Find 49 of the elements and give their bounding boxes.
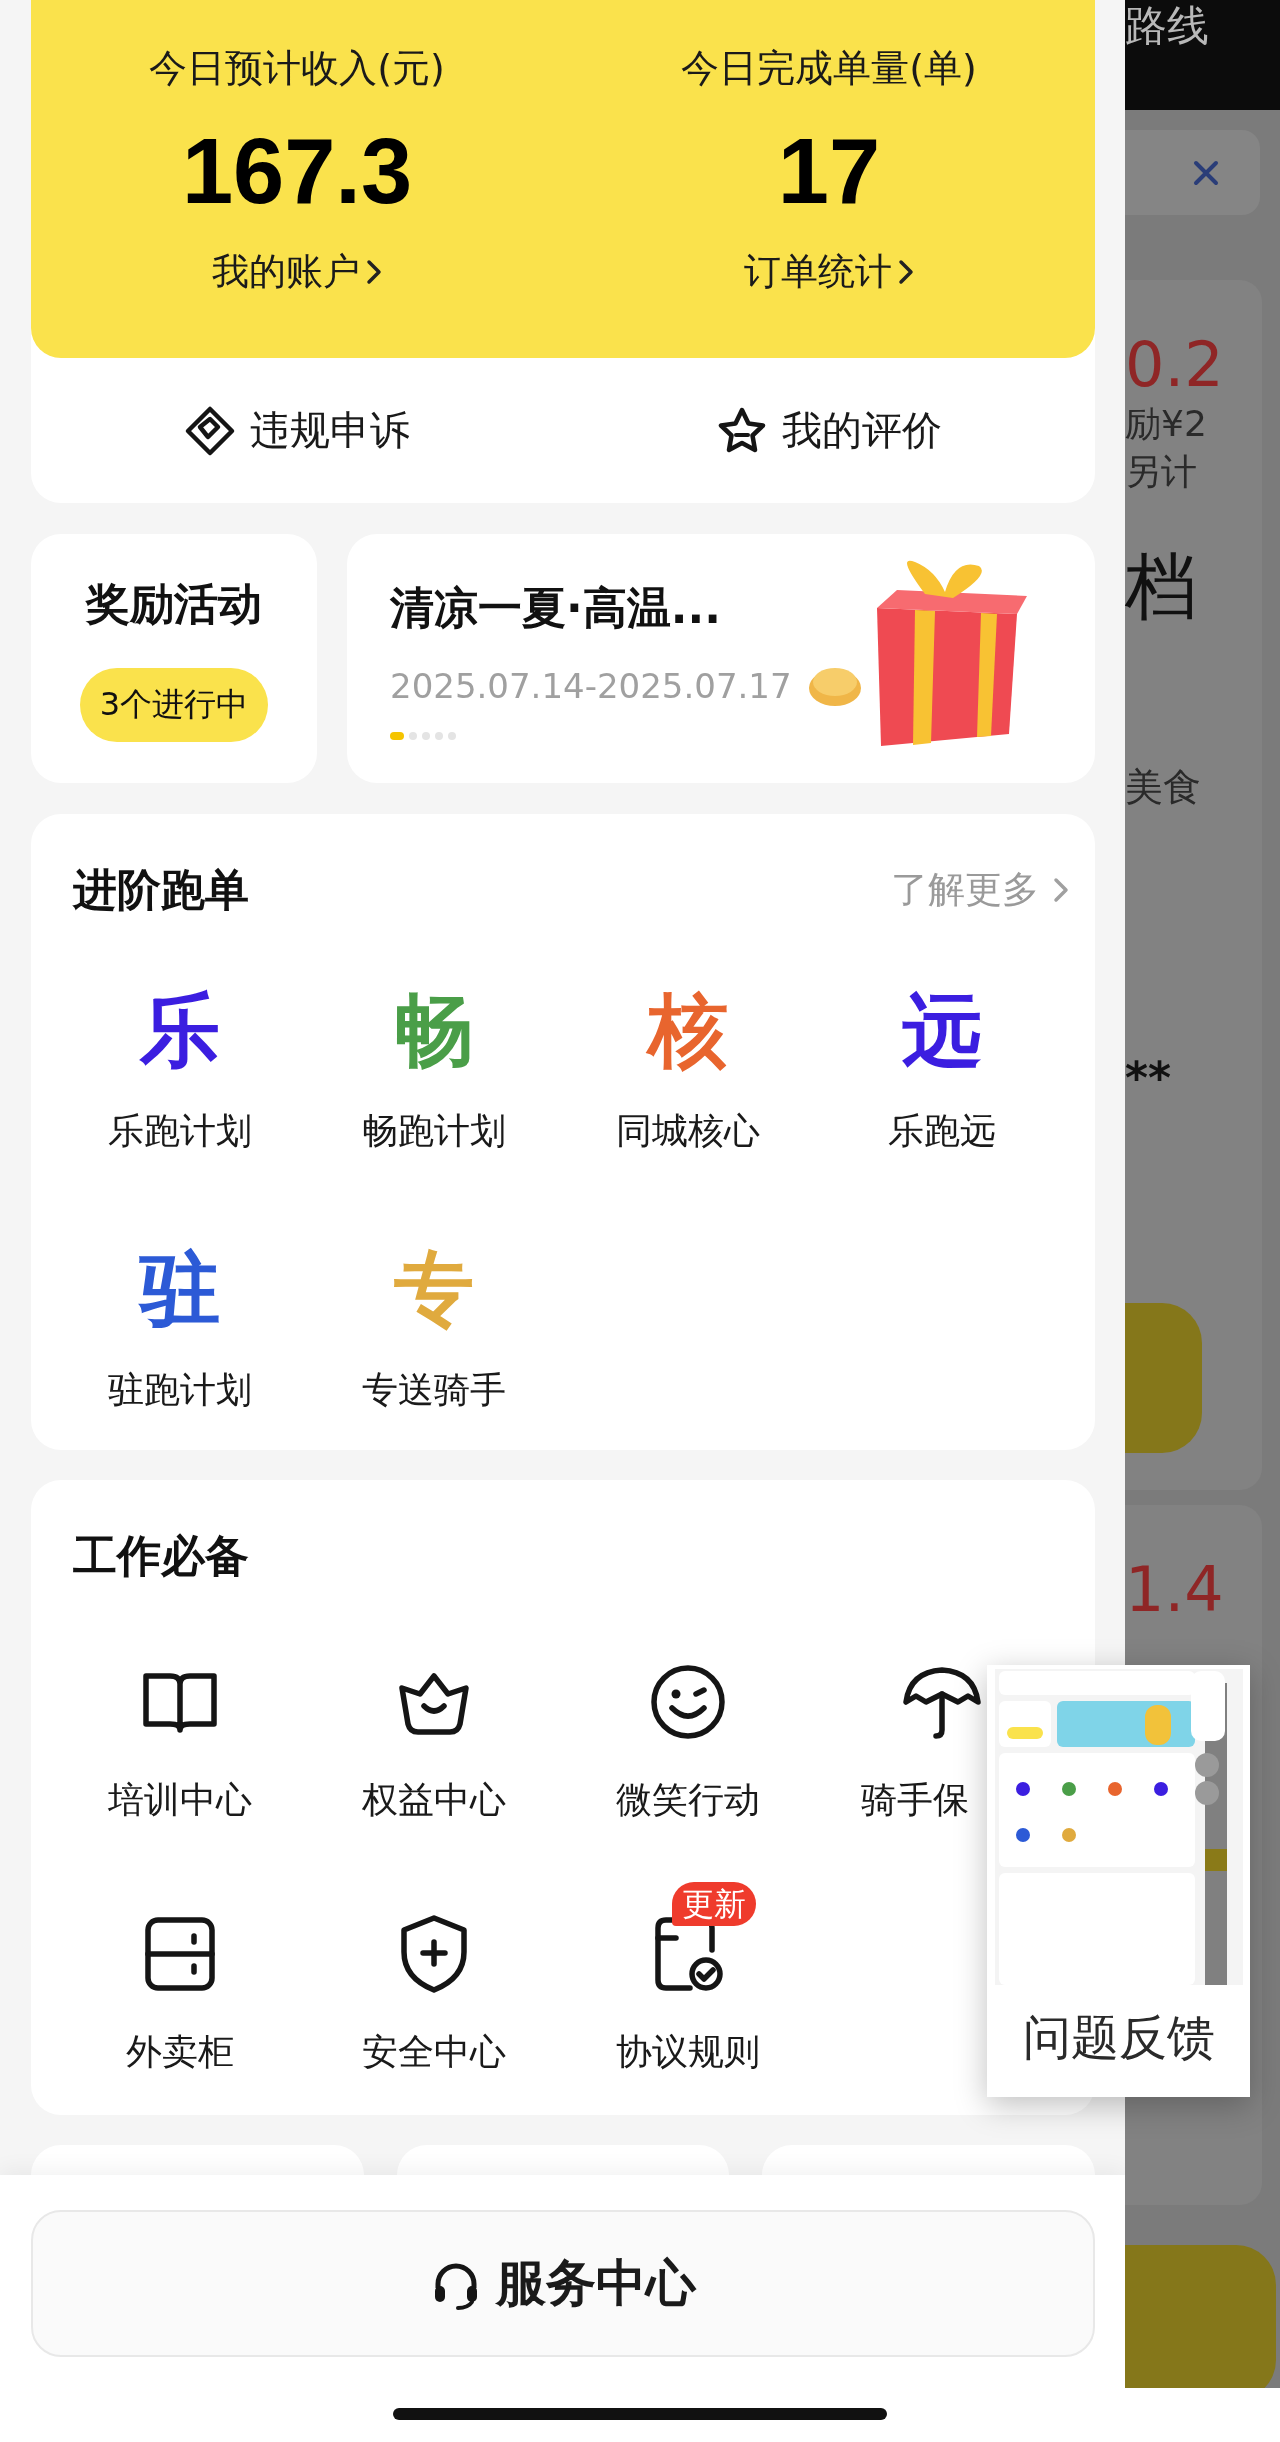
- action-button[interactable]: 违规申诉: [31, 358, 563, 503]
- character-icon: 核: [648, 986, 728, 1076]
- chevron-right-icon: [898, 259, 914, 285]
- order-note: 另计: [1125, 450, 1198, 494]
- tool-button[interactable]: 骑手保: [861, 1656, 984, 1824]
- plan-button[interactable]: 乐 乐跑计划: [53, 986, 307, 1155]
- character-icon: 驻: [140, 1245, 220, 1335]
- plan-button[interactable]: 远 乐跑远: [815, 986, 1069, 1155]
- tool-button[interactable]: 安全中心: [307, 1908, 561, 2076]
- tool-button[interactable]: 更新 协议规则: [561, 1874, 815, 2076]
- close-icon: [1192, 158, 1220, 187]
- banner-dates: 2025.07.14-2025.07.17: [390, 665, 792, 708]
- plan-button[interactable]: 驻 驻跑计划: [53, 1245, 307, 1414]
- plan-button[interactable]: 专 专送骑手: [307, 1245, 561, 1414]
- order-tag: 美食: [1125, 761, 1262, 813]
- tool-button[interactable]: 权益中心: [307, 1656, 561, 1824]
- order-amount: 1.4: [1125, 1555, 1225, 1625]
- rewards-card[interactable]: 奖励活动 3个进行中: [31, 534, 317, 783]
- stat-link[interactable]: 我的账户: [212, 246, 382, 298]
- page-title: 路线: [1125, 1, 1209, 50]
- action-button[interactable]: 我的评价: [563, 358, 1095, 503]
- character-icon: 专: [394, 1245, 474, 1335]
- plan-button[interactable]: 核 同城核心: [561, 986, 815, 1155]
- stat-value: 167.3: [181, 119, 413, 224]
- tool-button[interactable]: 培训中心: [53, 1656, 307, 1824]
- section-title: 工作必备: [73, 1529, 249, 1583]
- chevron-right-icon: [366, 259, 382, 285]
- chevron-right-icon: [1053, 877, 1069, 903]
- stat-value: 17: [777, 119, 881, 224]
- order-amount: 0.2: [1125, 330, 1225, 400]
- banner-title: 清凉一夏·高温...: [390, 581, 722, 635]
- update-badge: 更新: [672, 1882, 756, 1926]
- character-icon: 乐: [140, 986, 220, 1076]
- plan-button[interactable]: 畅 畅跑计划: [307, 986, 561, 1155]
- stat-label: 今日预计收入(元): [149, 45, 445, 92]
- diamond-arrow-icon: [184, 404, 236, 457]
- tool-button[interactable]: 外卖柜: [53, 1908, 307, 2076]
- service-center-button[interactable]: 服务中心: [31, 2210, 1095, 2357]
- character-icon: 远: [902, 986, 982, 1076]
- character-icon: 畅: [394, 986, 474, 1076]
- stat-link[interactable]: 订单统计: [744, 246, 914, 298]
- masked-text: **: [1125, 1053, 1173, 1103]
- section-title: 进阶跑单: [73, 863, 249, 917]
- tool-button[interactable]: 微笑行动: [561, 1656, 815, 1824]
- stat-label: 今日完成单量(单): [681, 45, 977, 92]
- promo-banner[interactable]: 清凉一夏·高温... 2025.07.14-2025.07.17: [347, 534, 1095, 783]
- status-badge: 3个进行中: [79, 668, 269, 742]
- order-note: 励¥2: [1125, 402, 1208, 446]
- feedback-label[interactable]: 问题反馈: [1022, 2007, 1215, 2067]
